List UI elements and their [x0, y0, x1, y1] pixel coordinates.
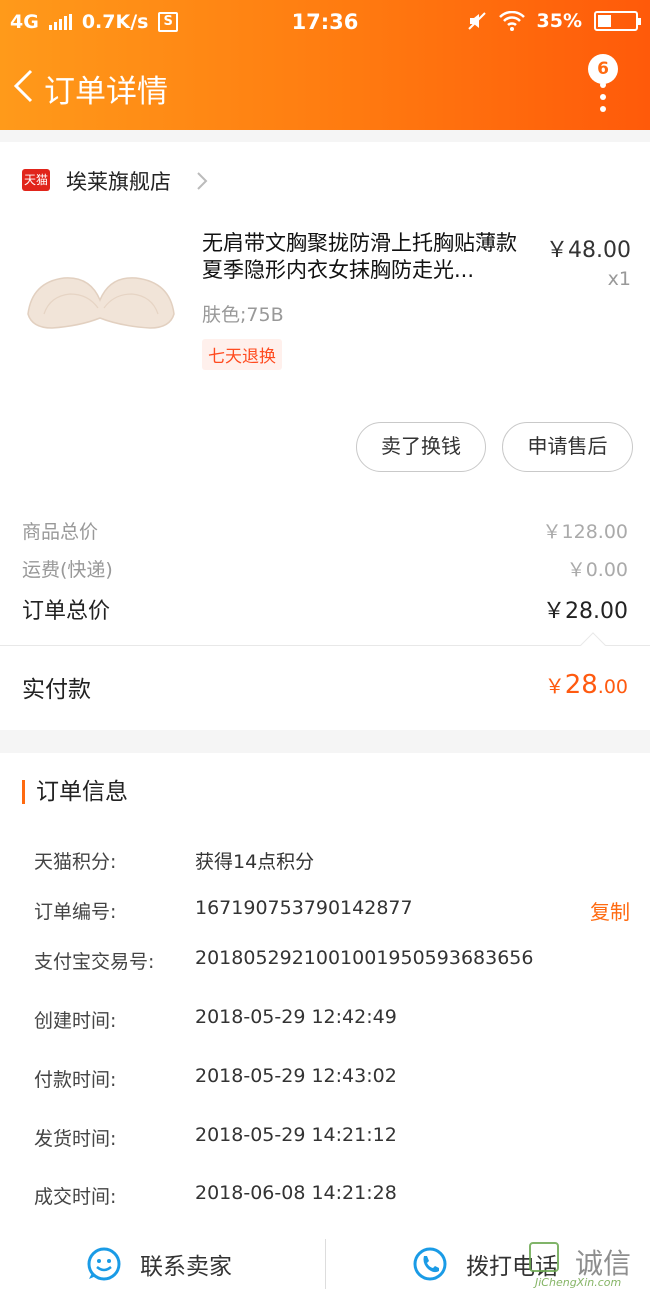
watermark-logo	[529, 1242, 559, 1272]
wifi-icon	[498, 11, 525, 31]
phone-icon	[413, 1247, 447, 1280]
info-value: 2018-05-29 12:42:49	[195, 1006, 397, 1028]
shop-name: 埃莱旗舰店	[66, 170, 171, 194]
order-info-heading: 订单信息	[22, 780, 128, 804]
paid-cents: .00	[597, 676, 628, 698]
status-bar: 4G 0.7K/s S 17:36 35%	[0, 0, 650, 44]
product-card: 天猫 埃莱旗舰店 无肩带文胸聚拢防滑上托胸贴薄款夏季隐形内衣女抹胸防走光... …	[0, 142, 650, 497]
title-bar: 订单详情 6	[0, 50, 650, 122]
product-price: ￥48.00	[546, 238, 631, 263]
product-quantity: x1	[607, 268, 631, 290]
product-spec: 肤色;75B	[202, 304, 284, 326]
order-total-label: 订单总价	[22, 599, 111, 624]
battery-fill	[598, 15, 611, 27]
paid-value: ￥28.00	[545, 670, 628, 700]
info-key: 发货时间:	[34, 1128, 117, 1150]
paid-currency: ￥	[544, 674, 565, 698]
info-key: 成交时间:	[34, 1186, 117, 1208]
battery-percent: 35%	[536, 10, 582, 32]
paid-amount-card: 实付款 ￥28.00	[0, 646, 650, 730]
message-count-badge: 6	[588, 54, 618, 84]
status-right: 35%	[467, 10, 641, 32]
bottom-separator	[325, 1239, 326, 1289]
contact-seller-button[interactable]: 联系卖家	[86, 1236, 232, 1291]
battery-icon	[594, 11, 641, 31]
paid-label: 实付款	[22, 677, 91, 703]
contact-seller-label: 联系卖家	[140, 1253, 232, 1280]
goods-total-label: 商品总价	[22, 521, 99, 543]
price-summary: 商品总价 ￥128.00 运费(快递) ￥0.00 订单总价 ￥28.00	[0, 497, 650, 645]
page-title: 订单详情	[44, 74, 168, 110]
chevron-right-icon	[197, 172, 208, 190]
back-arrow-icon[interactable]	[10, 68, 36, 104]
goods-total-row: 商品总价 ￥128.00	[22, 517, 628, 544]
info-key: 订单编号:	[34, 901, 117, 923]
site-watermark: 诚信 JiChengXin.com	[529, 1240, 644, 1291]
shipping-value: ￥0.00	[566, 559, 628, 581]
info-value: 2018052921001001950593683656	[195, 947, 534, 969]
more-menu-button[interactable]: 6	[586, 54, 622, 116]
product-image[interactable]	[20, 242, 182, 368]
shipping-row: 运费(快递) ￥0.00	[22, 555, 628, 582]
order-total-value: ￥28.00	[543, 599, 628, 624]
app-header: 4G 0.7K/s S 17:36 35% 订单详情 6	[0, 0, 650, 130]
info-key: 付款时间:	[34, 1069, 117, 1091]
product-title[interactable]: 无肩带文胸聚拢防滑上托胸贴薄款夏季隐形内衣女抹胸防走光...	[202, 230, 537, 284]
more-dots-icon	[600, 82, 606, 118]
shop-row[interactable]: 天猫 埃莱旗舰店	[0, 142, 650, 220]
info-key: 天猫积分:	[34, 851, 117, 873]
chat-bubble-icon	[87, 1247, 121, 1280]
return-policy-tag: 七天退换	[202, 339, 282, 370]
info-value: 2018-05-29 14:21:12	[195, 1124, 397, 1146]
info-key: 创建时间:	[34, 1010, 117, 1032]
shipping-label: 运费(快递)	[22, 559, 113, 581]
info-key: 支付宝交易号:	[34, 951, 155, 973]
info-value: 2018-05-29 12:43:02	[195, 1065, 397, 1087]
tmall-logo: 天猫	[22, 169, 50, 191]
goods-total-value: ￥128.00	[542, 521, 628, 543]
info-value: 167190753790142877	[195, 897, 413, 919]
info-value: 2018-06-08 14:21:28	[195, 1182, 397, 1204]
apply-after-sale-button[interactable]: 申请售后	[502, 422, 633, 472]
order-info-card: 订单信息 天猫积分: 获得14点积分 订单编号: 167190753790142…	[0, 753, 650, 1236]
info-value: 获得14点积分	[195, 851, 315, 873]
mute-icon	[467, 12, 486, 30]
copy-order-number-button[interactable]: 复制	[590, 896, 630, 925]
watermark-url: JiChengXin.com	[535, 1276, 622, 1289]
order-total-row: 订单总价 ￥28.00	[22, 593, 628, 625]
sell-for-cash-button[interactable]: 卖了换钱	[356, 422, 486, 472]
paid-integer: 28	[564, 670, 598, 700]
